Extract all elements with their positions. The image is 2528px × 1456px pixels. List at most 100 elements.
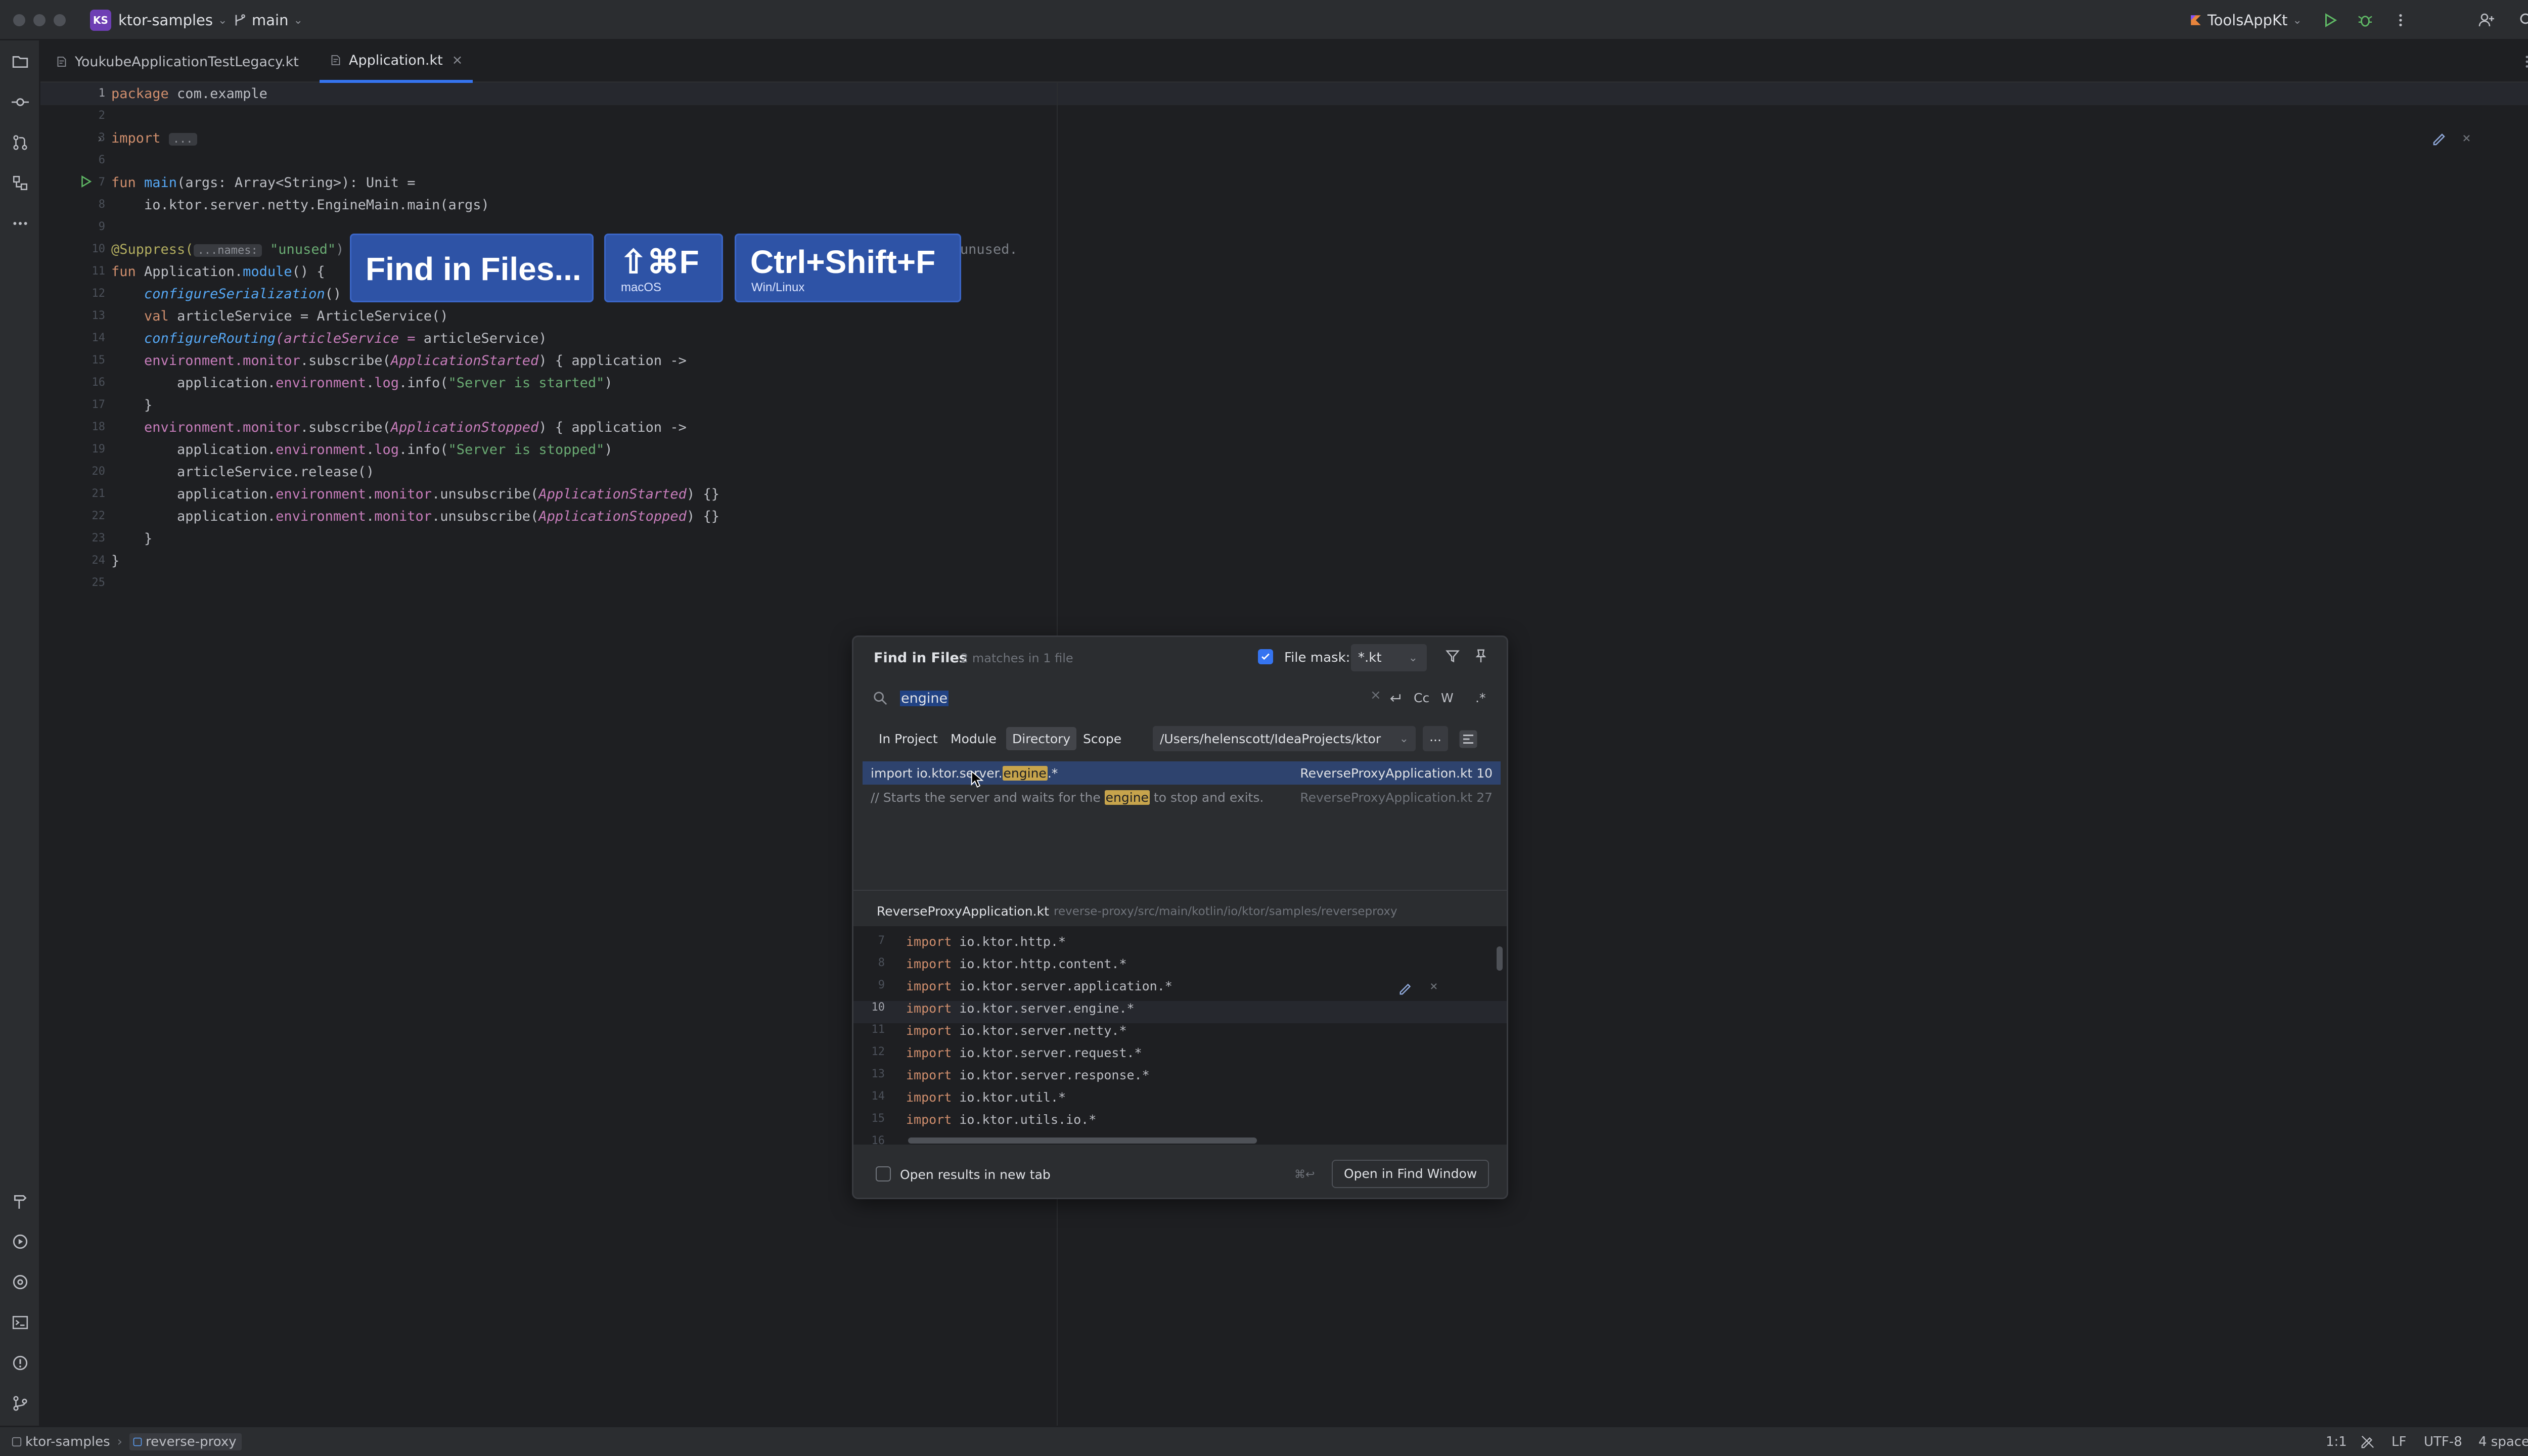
preview-line: 14 import io.ktor.util.* — [871, 1090, 1066, 1105]
vertical-scrollbar[interactable] — [1497, 946, 1503, 971]
match-case-toggle[interactable]: Cc — [1414, 691, 1429, 705]
file-mask-select[interactable]: *.kt ⌄ — [1351, 644, 1427, 671]
services-icon[interactable] — [9, 1271, 31, 1293]
code-preview[interactable]: 7 import io.ktor.http.* 8 import io.ktor.h… — [853, 926, 1507, 1145]
git-icon[interactable] — [9, 1392, 31, 1415]
line-number: 25 — [92, 576, 106, 589]
project-folder-icon[interactable] — [9, 51, 31, 73]
breadcrumb-project[interactable]: ktor-samples — [25, 1434, 110, 1449]
close-icon[interactable]: × — [2462, 129, 2471, 146]
indent-setting[interactable]: 4 spaces — [2478, 1427, 2528, 1456]
line-number: 6 — [98, 154, 105, 166]
ai-edit-icon[interactable] — [1398, 981, 1414, 996]
scope-scope[interactable]: Scope — [1077, 727, 1127, 750]
module-icon — [133, 1437, 142, 1446]
run-gutter-icon[interactable] — [79, 175, 92, 188]
open-new-tab-checkbox[interactable] — [876, 1166, 891, 1181]
git-branch-icon — [235, 14, 245, 26]
title-bar: KS ktor-samples ⌄ main ⌄ ToolsAppKt ⌄ — [0, 0, 2528, 40]
more-actions-icon[interactable] — [2389, 9, 2412, 31]
chevron-right-icon: › — [117, 1434, 123, 1449]
problems-icon[interactable] — [9, 1352, 31, 1374]
structure-icon[interactable] — [9, 172, 31, 194]
line-number: 16 — [92, 376, 106, 389]
ai-edit-icon[interactable] — [2432, 130, 2448, 147]
result-row[interactable]: // Starts the server and waits for the e… — [863, 786, 1501, 809]
close-tab-icon[interactable]: × — [452, 53, 463, 68]
debug-icon[interactable] — [2354, 9, 2376, 31]
pull-requests-icon[interactable] — [9, 131, 31, 154]
kotlin-file-icon — [57, 57, 66, 67]
close-icon[interactable]: × — [1430, 979, 1438, 994]
popup-title: Find in Files — [874, 650, 967, 666]
tab-label: Application.kt — [349, 52, 443, 68]
file-mask-checkbox[interactable] — [1258, 649, 1273, 664]
line-separator[interactable]: LF — [2391, 1427, 2406, 1456]
search-icon[interactable] — [2516, 9, 2528, 31]
code-line: application.environment.log.info("Server… — [177, 442, 613, 458]
cursor-position[interactable]: 1:1 — [2326, 1427, 2347, 1456]
breadcrumb-module[interactable]: reverse-proxy — [129, 1433, 242, 1450]
breadcrumb: ktor-samples › reverse-proxy — [11, 1427, 242, 1456]
window-minimize-button[interactable] — [33, 14, 46, 26]
whole-words-toggle[interactable]: W — [1441, 691, 1454, 705]
build-hammer-icon[interactable] — [9, 1190, 31, 1212]
file-encoding[interactable]: UTF-8 — [2424, 1427, 2462, 1456]
code-line: import ... — [111, 130, 197, 146]
shortcut-hint: ⌘↩ — [1294, 1168, 1315, 1181]
commit-icon[interactable] — [9, 91, 31, 113]
scope-module[interactable]: Module — [944, 727, 1003, 750]
preview-file-name: ReverseProxyApplication.kt — [877, 904, 1049, 919]
search-input[interactable]: engine — [900, 687, 1203, 710]
run-config-selector[interactable]: ToolsAppKt ⌄ — [2189, 0, 2302, 40]
callout-win-shortcut: Ctrl+Shift+F Win/Linux — [735, 234, 961, 302]
preview-line: 13 import io.ktor.server.response.* — [871, 1068, 1150, 1082]
preview-line: 8 import io.ktor.http.content.* — [878, 957, 1127, 971]
fold-chevron-icon[interactable]: › — [96, 131, 103, 146]
match-count: 2 matches in 1 file — [961, 651, 1073, 665]
line-number: 12 — [92, 287, 106, 300]
recursive-toggle-icon[interactable] — [1458, 729, 1478, 749]
tab-options-icon[interactable] — [2516, 51, 2528, 73]
directory-path-field[interactable]: /Users/helenscott/IdeaProjects/ktor ⌄ — [1153, 726, 1416, 751]
line-number: 11 — [92, 265, 106, 278]
branch-selector[interactable]: main ⌄ — [233, 0, 303, 40]
add-user-icon[interactable] — [2475, 9, 2498, 31]
browse-directory-button[interactable]: ... — [1423, 726, 1448, 751]
folded-imports[interactable]: ... — [168, 133, 197, 146]
run-config-name: ToolsAppKt — [2207, 12, 2288, 29]
project-name: ktor-samples — [118, 12, 213, 29]
tab-youkube-test[interactable]: YoukubeApplicationTestLegacy.kt — [46, 40, 309, 83]
scope-in-project[interactable]: In Project — [873, 727, 944, 750]
result-row[interactable]: import io.ktor.server.engine.* ReversePr… — [863, 761, 1501, 785]
callout-macos-shortcut: ⇧⌘F macOS — [604, 234, 723, 302]
module-icon — [12, 1437, 22, 1446]
terminal-icon[interactable] — [9, 1311, 31, 1334]
tab-application-kt[interactable]: Application.kt × — [320, 40, 473, 83]
clear-search-icon[interactable]: × — [1370, 688, 1381, 703]
window-close-button[interactable] — [13, 14, 25, 26]
more-tool-windows-icon[interactable] — [9, 212, 31, 235]
pin-icon[interactable] — [1473, 648, 1488, 663]
editor-tab-bar: YoukubeApplicationTestLegacy.kt Applicat… — [40, 40, 2528, 83]
line-number: 18 — [92, 421, 106, 433]
horizontal-scrollbar[interactable] — [908, 1138, 1257, 1144]
code-line: @Suppress(...names: "unused") // — [111, 242, 369, 257]
file-mask-label: File mask: — [1284, 650, 1350, 665]
line-number: 1 — [98, 87, 105, 100]
project-selector[interactable]: KS ktor-samples ⌄ — [90, 0, 227, 40]
run-icon[interactable] — [2319, 9, 2341, 31]
regex-toggle[interactable]: .* — [1475, 691, 1485, 705]
preview-line: 11 import io.ktor.server.netty.* — [871, 1023, 1127, 1038]
chevron-down-icon: ⌄ — [293, 14, 303, 27]
no-ai-icon[interactable] — [2360, 1434, 2375, 1449]
open-in-find-window-button[interactable]: Open in Find Window — [1332, 1160, 1489, 1188]
scope-directory[interactable]: Directory — [1006, 727, 1077, 750]
code-line: environment.monitor.subscribe(Applicatio… — [144, 353, 687, 369]
run-services-icon[interactable] — [9, 1231, 31, 1253]
window-zoom-button[interactable] — [54, 14, 66, 26]
filter-icon[interactable] — [1445, 648, 1460, 663]
line-number: 10 — [92, 243, 106, 255]
chevron-down-icon: ⌄ — [2292, 14, 2302, 27]
newline-icon[interactable] — [1388, 692, 1403, 706]
